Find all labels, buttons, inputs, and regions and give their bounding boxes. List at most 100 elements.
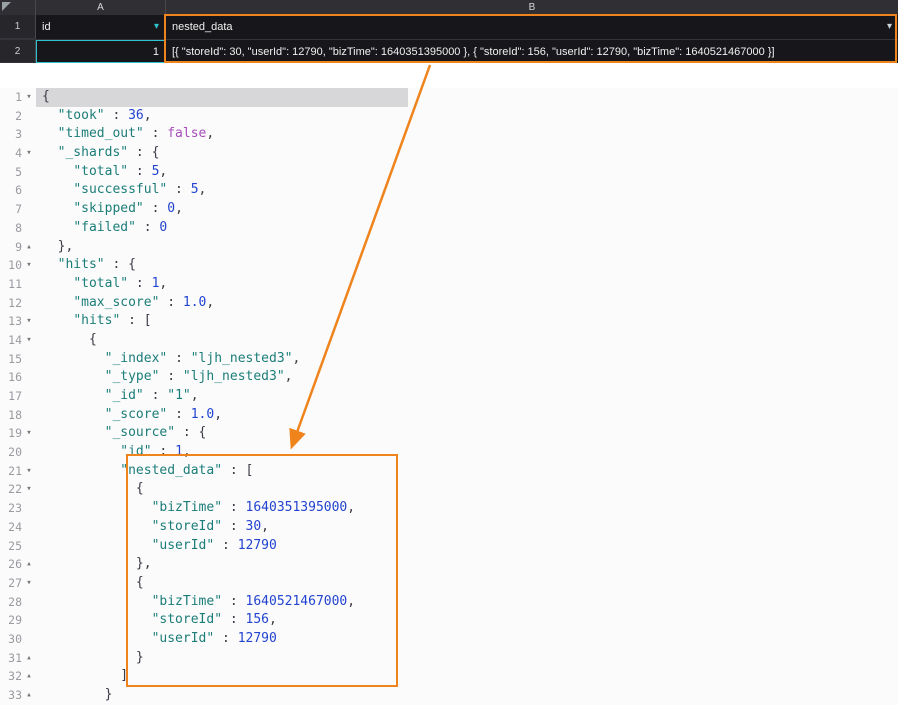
code-text: "total" : 1,: [73, 275, 168, 291]
code-line: 7 "skipped" : 0,: [0, 200, 898, 219]
code-line: 25 "userId" : 12790: [0, 537, 898, 556]
row-header-2[interactable]: 2: [0, 40, 36, 63]
line-number: 30: [8, 631, 22, 646]
gutter: 16: [0, 368, 36, 387]
code-text: {: [36, 88, 408, 107]
fold-toggle-icon[interactable]: ▴: [22, 238, 36, 257]
code-line: 28 "bizTime" : 1640521467000,: [0, 593, 898, 612]
gutter: 21 ▾: [0, 462, 36, 481]
code-line: 13 ▾ "hits" : [: [0, 312, 898, 331]
gutter: 19 ▾: [0, 424, 36, 443]
code-line: 30 "userId" : 12790: [0, 630, 898, 649]
fold-toggle-icon[interactable]: ▾: [22, 88, 36, 107]
cell-b2-nested-data-value[interactable]: [{ "storeId": 30, "userId": 12790, "bizT…: [166, 40, 898, 63]
fold-toggle-icon[interactable]: ▾: [22, 312, 36, 331]
gutter: 30: [0, 630, 36, 649]
code-text: "id" : 1,: [120, 444, 191, 460]
code-line: 21 ▾ "nested_data" : [: [0, 462, 898, 481]
gutter: 10 ▾: [0, 256, 36, 275]
fold-toggle-icon[interactable]: ▾: [22, 462, 36, 481]
fold-toggle-icon[interactable]: ▴: [22, 686, 36, 705]
chevron-down-icon[interactable]: ▾: [887, 22, 892, 32]
column-header-b[interactable]: B: [166, 0, 898, 15]
code-text: "_type" : "ljh_nested3",: [104, 369, 293, 385]
column-header-a[interactable]: A: [36, 0, 166, 15]
code-text: "userId" : 12790: [151, 630, 277, 646]
fold-toggle-icon[interactable]: ▴: [22, 667, 36, 686]
code-line: 3 "timed_out" : false,: [0, 125, 898, 144]
gutter: 28: [0, 593, 36, 612]
select-all-corner[interactable]: [0, 0, 36, 15]
gutter: 9 ▴: [0, 238, 36, 257]
cell-b1-label: nested_data: [172, 21, 233, 33]
line-number: 31: [8, 650, 22, 665]
line-number: 33: [8, 688, 22, 702]
code-text: "timed_out" : false,: [57, 126, 215, 142]
code-line: 5 "total" : 5,: [0, 163, 898, 182]
gutter: 15: [0, 350, 36, 369]
json-editor[interactable]: 1 ▾{2 "took" : 36, 3 "timed_out" : false, 4…: [0, 88, 898, 705]
code-text: "bizTime" : 1640521467000,: [151, 593, 356, 609]
code-text: "hits" : [: [73, 313, 152, 329]
code-line: 15 "_index" : "ljh_nested3",: [0, 350, 898, 369]
code-text: "bizTime" : 1640351395000,: [151, 500, 356, 516]
cell-a2-id-value[interactable]: 1: [36, 40, 166, 63]
line-number: 17: [8, 389, 22, 403]
gutter: 25: [0, 537, 36, 556]
code-line: 10 ▾ "hits" : {: [0, 256, 898, 275]
line-number: 1: [15, 90, 22, 104]
grid-row-2: 2 1 [{ "storeId": 30, "userId": 12790, "…: [0, 40, 898, 63]
gutter: 27 ▾: [0, 574, 36, 593]
gutter: 29: [0, 611, 36, 630]
line-number: 19: [8, 426, 22, 441]
code-line: 23 "bizTime" : 1640351395000,: [0, 499, 898, 518]
gutter: 22 ▾: [0, 480, 36, 499]
fold-toggle-icon[interactable]: ▾: [22, 256, 36, 275]
fold-toggle-icon[interactable]: ▾: [22, 574, 36, 593]
gutter: 24: [0, 518, 36, 537]
line-number: 26: [8, 557, 22, 572]
gutter: 14 ▾: [0, 331, 36, 350]
code-line: 27 ▾ {: [0, 574, 898, 593]
code-line: 24 "storeId" : 30,: [0, 518, 898, 537]
gutter: 3: [0, 125, 36, 144]
fold-toggle-icon[interactable]: ▾: [22, 144, 36, 163]
chevron-down-icon[interactable]: ▾: [154, 22, 159, 32]
grid-header-row: A B: [0, 0, 898, 15]
code-line: 18 "_score" : 1.0,: [0, 406, 898, 425]
fold-toggle-icon[interactable]: ▾: [22, 331, 36, 350]
row-header-1[interactable]: 1: [0, 15, 36, 39]
code-text: {: [88, 331, 97, 347]
line-number: 20: [8, 445, 22, 460]
code-text: "failed" : 0: [73, 219, 168, 235]
code-line: 4 ▾ "_shards" : {: [0, 144, 898, 163]
code-text: "_shards" : {: [57, 145, 160, 161]
fold-toggle-icon[interactable]: ▴: [22, 555, 36, 574]
cell-b1-nested-data-header[interactable]: nested_data ▾: [166, 15, 898, 39]
code-line: 14 ▾ {: [0, 331, 898, 350]
gutter: 26 ▴: [0, 555, 36, 574]
code-text: "_source" : {: [104, 425, 207, 441]
gutter: 17: [0, 387, 36, 406]
line-number: 5: [15, 164, 22, 179]
fold-toggle-icon[interactable]: ▾: [22, 424, 36, 443]
cell-a2-value: 1: [152, 45, 159, 58]
fold-toggle-icon[interactable]: ▾: [22, 480, 36, 499]
fold-toggle-icon[interactable]: ▴: [22, 649, 36, 668]
gutter: 4 ▾: [0, 144, 36, 163]
line-number: 3: [15, 127, 22, 142]
code-text: ]: [120, 668, 129, 684]
cell-a1-id-header[interactable]: id ▾: [36, 15, 166, 39]
cell-b2-value: [{ "storeId": 30, "userId": 12790, "bizT…: [172, 45, 775, 58]
line-number: 4: [15, 146, 22, 161]
line-number: 2: [15, 108, 22, 123]
